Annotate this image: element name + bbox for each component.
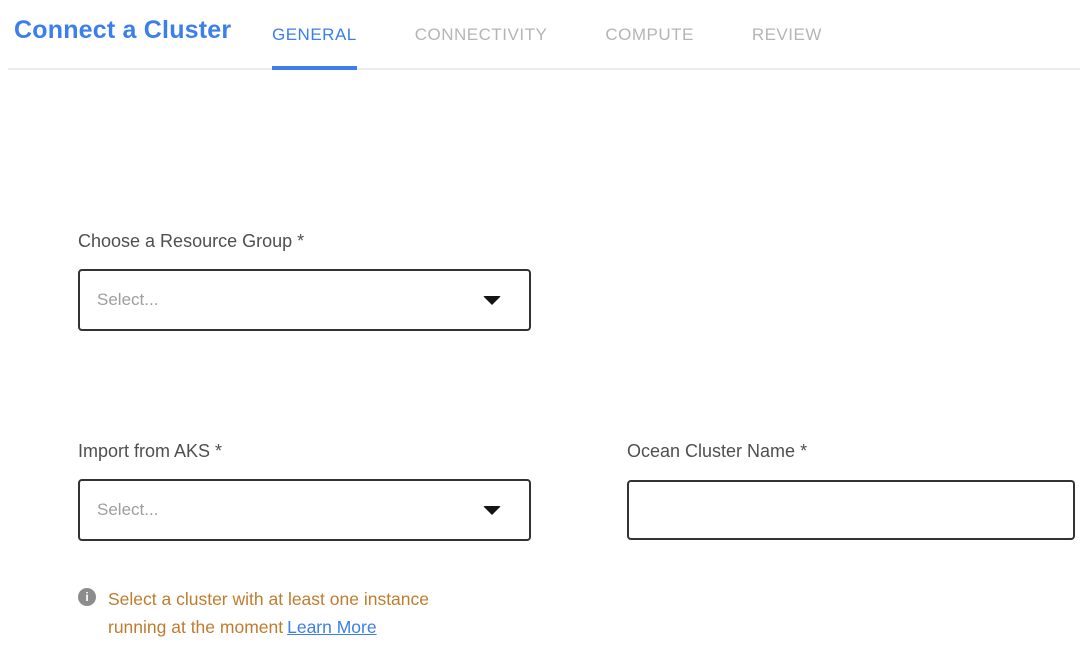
import-aks-field: Import from AKS * Select...: [78, 440, 531, 541]
wizard-tabs: GENERAL CONNECTIVITY COMPUTE REVIEW: [272, 0, 822, 70]
second-row: Import from AKS * Select... Ocean Cluste…: [78, 440, 1088, 541]
note-text: Select a cluster with at least one insta…: [108, 585, 472, 641]
wizard-header: Connect a Cluster GENERAL CONNECTIVITY C…: [0, 0, 1088, 70]
ocean-cluster-name-label: Ocean Cluster Name *: [627, 440, 1075, 462]
cluster-instance-note: i Select a cluster with at least one ins…: [78, 585, 1088, 641]
tab-review[interactable]: REVIEW: [752, 0, 822, 70]
tab-connectivity[interactable]: CONNECTIVITY: [415, 0, 548, 70]
tab-compute[interactable]: COMPUTE: [605, 0, 694, 70]
tab-general[interactable]: GENERAL: [272, 0, 357, 70]
resource-group-label: Choose a Resource Group *: [78, 230, 1088, 252]
import-aks-select[interactable]: Select...: [78, 479, 531, 541]
resource-group-select-placeholder: Select...: [97, 290, 158, 310]
tab-review-label: REVIEW: [752, 25, 822, 45]
note-message: Select a cluster with at least one insta…: [108, 589, 429, 637]
connect-cluster-page: Connect a Cluster GENERAL CONNECTIVITY C…: [0, 0, 1088, 641]
tab-general-label: GENERAL: [272, 25, 357, 45]
import-aks-label: Import from AKS *: [78, 440, 531, 462]
info-icon: i: [78, 588, 96, 606]
tab-compute-label: COMPUTE: [605, 25, 694, 45]
resource-group-select[interactable]: Select...: [78, 269, 531, 331]
tab-connectivity-label: CONNECTIVITY: [415, 25, 548, 45]
chevron-down-icon: [483, 296, 501, 305]
page-title: Connect a Cluster: [14, 16, 231, 45]
resource-group-field: Choose a Resource Group * Select...: [78, 230, 1088, 331]
ocean-cluster-name-field: Ocean Cluster Name *: [627, 440, 1075, 540]
import-aks-select-placeholder: Select...: [97, 500, 158, 520]
info-icon-glyph: i: [85, 591, 88, 603]
chevron-down-icon: [483, 506, 501, 515]
ocean-cluster-name-input[interactable]: [627, 480, 1075, 540]
general-step-form: Choose a Resource Group * Select... Impo…: [0, 230, 1088, 641]
learn-more-link[interactable]: Learn More: [287, 617, 377, 637]
